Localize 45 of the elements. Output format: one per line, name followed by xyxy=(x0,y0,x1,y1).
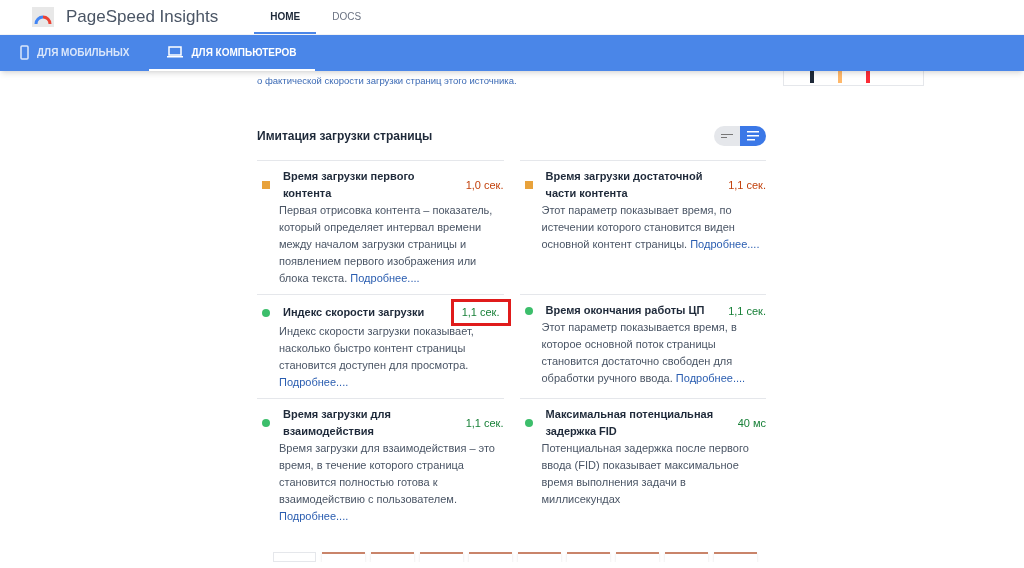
field-data-note: о фактической скорости загрузки страниц этого источника. xyxy=(257,74,518,88)
learn-more-link[interactable]: Подробнее.... xyxy=(279,509,349,522)
filmstrip-frame xyxy=(371,551,414,562)
metric-title: Время загрузки достаточной части контента xyxy=(545,169,704,202)
learn-more-link[interactable]: Подробнее.... xyxy=(350,272,420,285)
metric-value: 1,1 сек. xyxy=(728,178,766,193)
compact-view-button[interactable] xyxy=(714,126,740,147)
laptop-icon xyxy=(167,46,184,58)
logo-icon xyxy=(32,7,54,27)
metric-value: 1,1 сек. xyxy=(728,303,766,319)
lines-icon xyxy=(747,131,759,142)
metric-title: Индекс скорости загрузки xyxy=(283,305,426,320)
metric-title: Время загрузки первого контента xyxy=(283,169,416,202)
nav-tab[interactable]: DOCS xyxy=(316,0,378,34)
metric-description: Индекс скорости загрузки показывает, насколько быстро контент страницы становится доступен для просмотра. Подробнее.... xyxy=(279,323,475,390)
filmstrip-frame xyxy=(420,551,463,562)
filmstrip-frame xyxy=(518,551,561,562)
metric-description: Этот параметр показывается время, в которое основной поток страницы становится достаточно свободен для обработки ручного ввода. Подробнее.... xyxy=(541,320,747,387)
metric-title: Время загрузки для взаимодействия xyxy=(283,406,392,439)
expanded-view-button[interactable] xyxy=(740,126,766,147)
filmstrip-frame xyxy=(665,551,708,562)
app-title: PageSpeed Insights xyxy=(66,6,219,29)
filmstrip-frame xyxy=(322,551,365,562)
metric-value: 1,0 сек. xyxy=(465,178,504,193)
filmstrip-frame xyxy=(616,551,659,562)
metric-description: Первая отрисовка контента – показатель, который определяет интервал времени между началом загрузки страницы и появлением первого изображения или блока текста. Подробнее.... xyxy=(279,203,494,287)
metric-description: Потенциальная задержка после первого ввода (FID) показывает максимальное время выполнения задачи в миллисекундах xyxy=(541,440,750,507)
section-title: Имитация загрузки страницы xyxy=(257,128,433,146)
filmstrip-frame xyxy=(273,551,316,562)
learn-more-link[interactable]: Подробнее.... xyxy=(690,238,760,251)
metric-description: Время загрузки для взаимодействия – это время, в течение которого страница становится полностью готова к взаимодействию с пользователем. Подробнее.... xyxy=(279,440,496,524)
lines-icon xyxy=(721,133,733,140)
metric-value: 1,1 сек. xyxy=(465,415,504,431)
metric-title: Время окончания работы ЦП xyxy=(545,303,706,319)
device-tab[interactable]: ДЛЯ КОМПЬЮТЕРОВ xyxy=(149,35,315,71)
learn-more-link[interactable]: Подробнее.... xyxy=(279,375,349,388)
filmstrip-frame xyxy=(714,551,757,562)
phone-icon xyxy=(20,44,29,60)
learn-more-link[interactable]: Подробнее.... xyxy=(675,372,746,385)
filmstrip-frame xyxy=(469,551,512,562)
metric-value: 1,1 сек. xyxy=(453,302,508,323)
metric-value: 40 мс xyxy=(737,415,766,431)
metric-description: Этот параметр показывает время, по истечении которого становится виден основной контент страницы. Подробнее.... xyxy=(541,203,761,253)
filmstrip-frame xyxy=(567,551,610,562)
metric-title: Максимальная потенциальная задержка FID xyxy=(545,406,715,439)
